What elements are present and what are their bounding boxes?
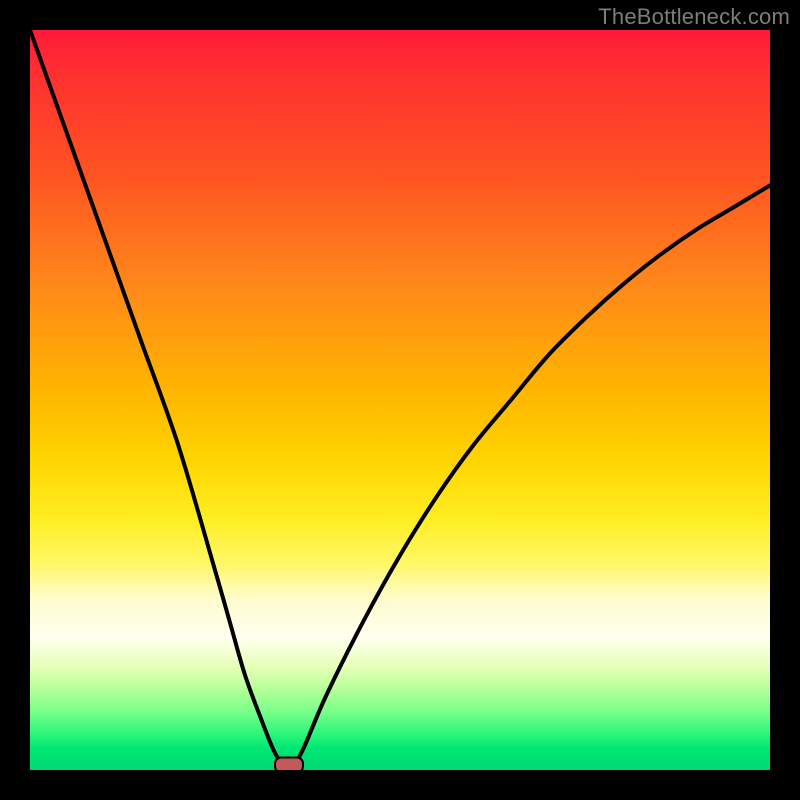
chart-frame: TheBottleneck.com bbox=[0, 0, 800, 800]
optimal-point-marker bbox=[274, 757, 304, 771]
watermark-text: TheBottleneck.com bbox=[598, 4, 790, 30]
bottleneck-curve bbox=[30, 30, 770, 770]
plot-area bbox=[30, 30, 770, 770]
